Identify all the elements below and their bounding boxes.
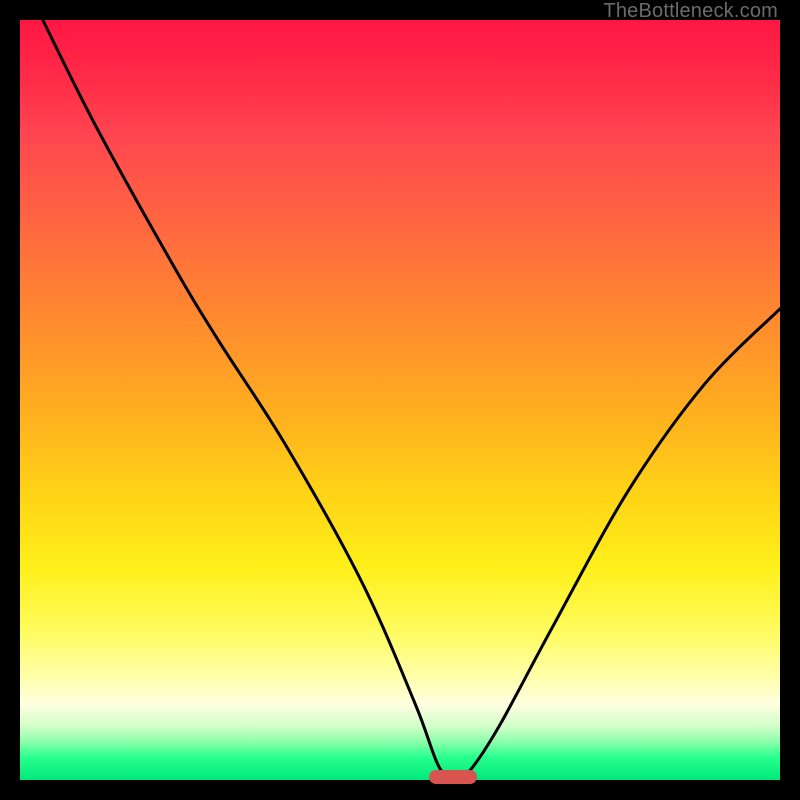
chart-frame (20, 20, 780, 780)
bottleneck-curve (20, 20, 780, 780)
watermark-text: TheBottleneck.com (603, 0, 778, 23)
optimum-marker (429, 770, 477, 784)
